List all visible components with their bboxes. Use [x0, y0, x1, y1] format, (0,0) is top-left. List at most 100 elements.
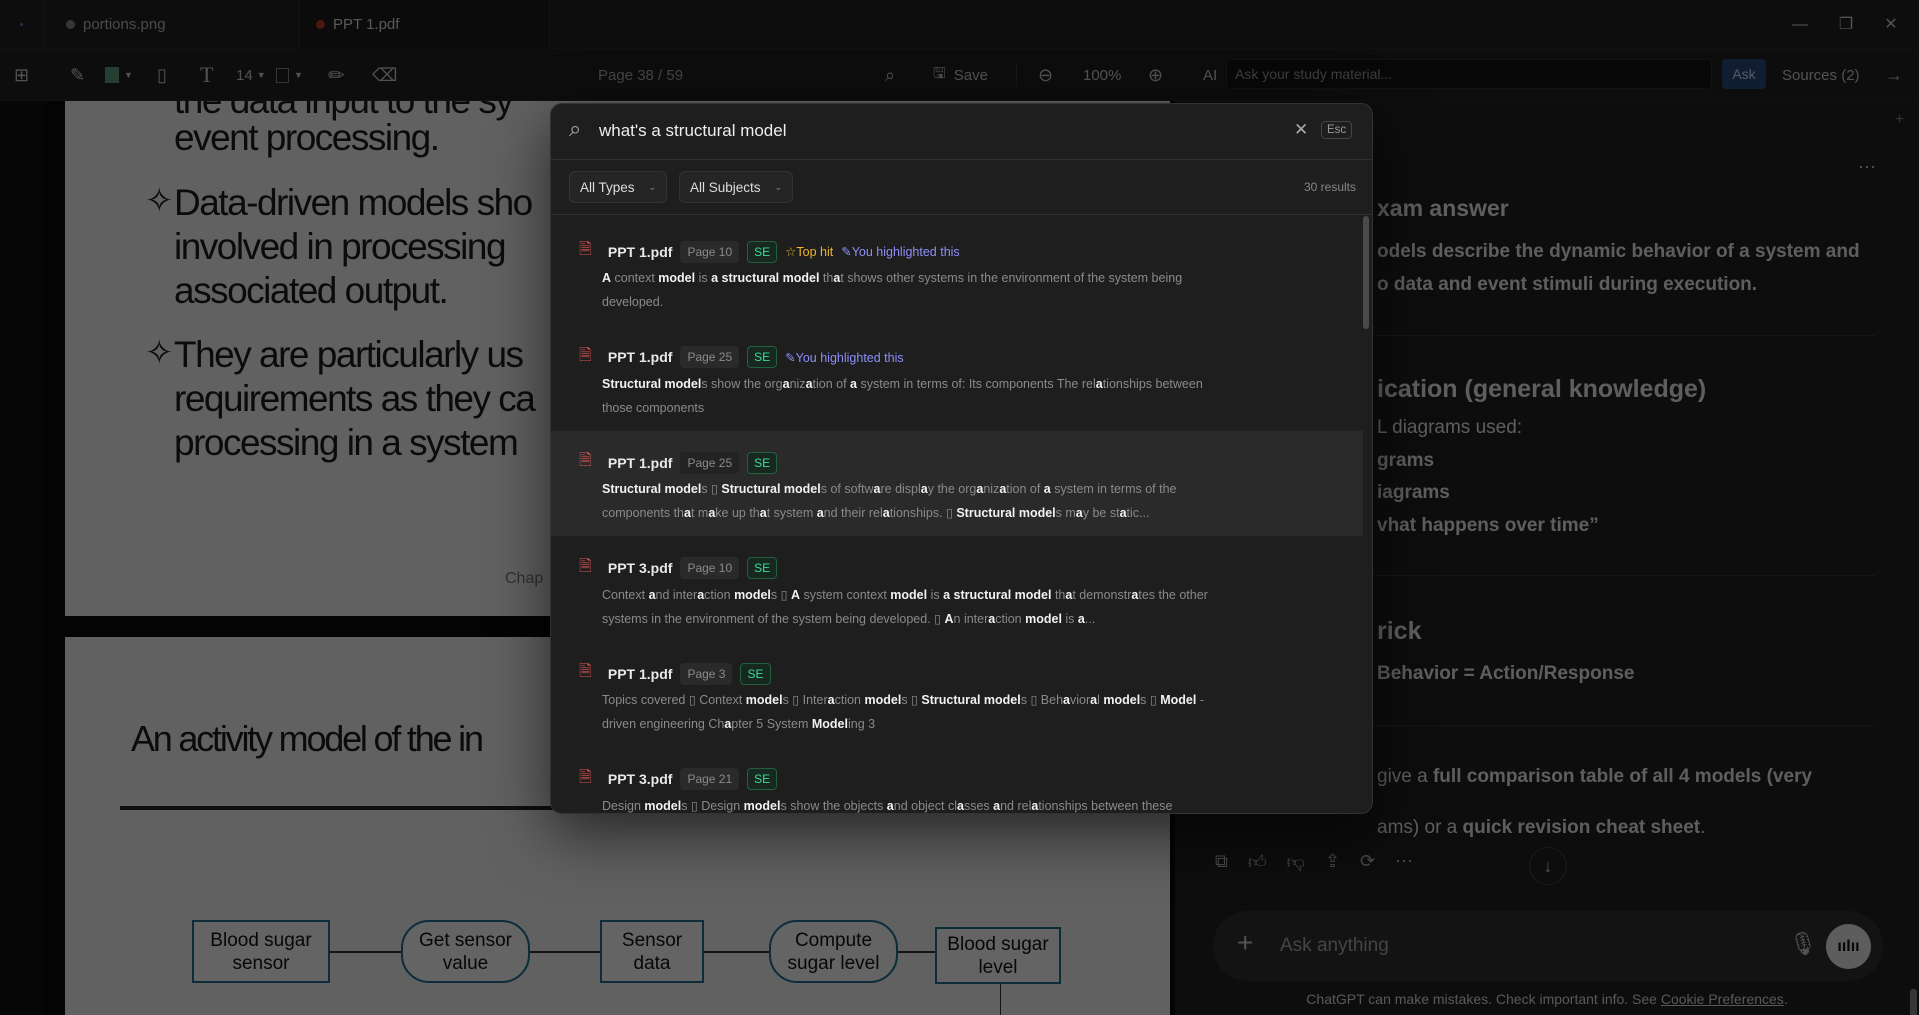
- result-snippet: Topics covered ▯ Context models ▯ Intera…: [602, 693, 1204, 731]
- results-list: 🗎 PPT 1.pdf Page 10 SE ☆Top hit ✎You highligh…: [551, 215, 1372, 814]
- esc-button[interactable]: Esc: [1321, 121, 1353, 139]
- zoom-out-icon[interactable]: ⊖: [1038, 49, 1053, 101]
- search-input[interactable]: what's a structural model: [599, 121, 787, 141]
- color-picker[interactable]: ▼: [105, 49, 133, 101]
- search-icon[interactable]: ⌕: [885, 49, 895, 101]
- diagram-activity: Get sensor value: [401, 920, 530, 983]
- divider: [1016, 63, 1017, 87]
- result-header: 🗎 PPT 1.pdf Page 3 SE: [579, 660, 771, 687]
- close-window-button[interactable]: ✕: [1877, 12, 1905, 38]
- subject-filter-dropdown[interactable]: All Subjects ⌄: [679, 171, 794, 203]
- eraser-icon[interactable]: ⌫: [372, 49, 397, 101]
- pdf-file-icon: 🗎: [579, 663, 592, 680]
- tab-menu[interactable]: [0, 0, 44, 49]
- subject-badge: SE: [747, 768, 778, 790]
- result-count: 30 results: [1303, 180, 1356, 194]
- subject-badge: SE: [747, 557, 778, 579]
- diagram-box: Sensor data: [600, 920, 704, 983]
- answer-text: odels describe the dynamic behavior of a…: [1377, 241, 1860, 262]
- regenerate-icon[interactable]: ⟳: [1360, 851, 1375, 873]
- diagram-box: Blood sugar level: [935, 927, 1061, 984]
- thumbs-down-icon[interactable]: 👎︎: [1287, 851, 1305, 873]
- zoom-in-icon[interactable]: ⊕: [1148, 49, 1163, 101]
- more-options-icon[interactable]: ⋯: [1858, 157, 1877, 178]
- pencil-icon[interactable]: ✏: [328, 49, 345, 101]
- more-icon[interactable]: ⋯: [1395, 851, 1413, 873]
- answer-text: grams: [1377, 450, 1435, 471]
- slide-text-line: associated output.: [174, 270, 449, 311]
- search-modal: ⌕ what's a structural model ✕ Esc All Ty…: [550, 103, 1373, 814]
- note-icon[interactable]: ▯: [157, 49, 167, 101]
- shape-select[interactable]: ▼: [276, 49, 303, 101]
- slide-text-line: event processing.: [174, 117, 440, 158]
- tab-portions[interactable]: portions.png: [44, 0, 300, 49]
- chat-input[interactable]: + Ask anything 🎙︎ ıılıı: [1213, 911, 1883, 981]
- slide-text-line: They are particularly us: [174, 334, 524, 375]
- new-chat-icon[interactable]: +: [1895, 111, 1904, 129]
- answer-heading: xam answer: [1377, 195, 1509, 221]
- maximize-button[interactable]: ❐: [1832, 12, 1860, 38]
- answer-text: ams) or a quick revision cheat sheet.: [1377, 817, 1706, 838]
- collapse-arrow-icon[interactable]: →: [1885, 49, 1903, 101]
- highlighted-badge: ✎You highlighted this: [841, 245, 960, 259]
- subject-badge: SE: [747, 240, 778, 263]
- search-result[interactable]: 🗎 PPT 1.pdf Page 10 SE ☆Top hit ✎You highligh…: [551, 220, 1363, 325]
- copy-icon[interactable]: ⧉: [1215, 851, 1228, 873]
- slide-title: An activity model of the in: [131, 718, 484, 759]
- answer-text: give a full comparison table of all 4 mo…: [1377, 766, 1813, 787]
- text-tool-icon[interactable]: T: [200, 49, 213, 101]
- cookie-preferences-link[interactable]: Cookie Preferences: [1661, 991, 1784, 1007]
- answer-text: iagrams: [1377, 482, 1450, 503]
- clear-search-icon[interactable]: ✕: [1294, 120, 1308, 140]
- share-icon[interactable]: ⇪: [1325, 851, 1340, 873]
- tab-label: PPT 1.pdf: [333, 16, 400, 33]
- message-actions: ⧉ 👍︎ 👎︎ ⇪ ⟳ ⋯: [1215, 851, 1413, 873]
- search-result[interactable]: 🗎 PPT 1.pdf Page 25 SE ✎You highlighted this…: [551, 326, 1363, 431]
- page-badge: Page 25: [680, 451, 740, 474]
- plus-icon[interactable]: +: [1237, 927, 1253, 959]
- highlighter-icon[interactable]: ✎: [70, 49, 85, 101]
- left-sidebar: [0, 101, 45, 1015]
- diagram-line: [1000, 984, 1001, 1015]
- page-badge: Page 21: [680, 768, 740, 790]
- page-indicator: Page 38 / 59: [598, 66, 684, 84]
- font-size-select[interactable]: 14 ▼: [236, 49, 266, 101]
- tab-ppt1[interactable]: PPT 1.pdf: [300, 0, 550, 49]
- microphone-icon[interactable]: 🎙︎: [1789, 931, 1817, 957]
- result-filename: PPT 1.pdf: [607, 454, 673, 471]
- search-result[interactable]: 🗎 PPT 1.pdf Page 3 SE Topics covered ▯ Conte…: [551, 642, 1363, 747]
- sources-button[interactable]: Sources (2): [1782, 49, 1860, 101]
- scrollbar[interactable]: [1908, 119, 1918, 1015]
- ask-button[interactable]: Ask: [1722, 59, 1766, 89]
- diagram-arrow: [530, 951, 600, 953]
- scroll-down-button[interactable]: ↓: [1529, 847, 1567, 885]
- minimize-button[interactable]: —: [1786, 12, 1814, 38]
- top-hit-badge: ☆Top hit: [785, 245, 834, 259]
- result-header: 🗎 PPT 3.pdf Page 10 SE: [579, 555, 778, 582]
- diagram-arrow: [898, 951, 935, 953]
- search-result[interactable]: 🗎 PPT 3.pdf Page 21 SE Design models ▯ Desig…: [551, 748, 1363, 814]
- save-button[interactable]: 🖫 Save: [933, 49, 988, 101]
- search-icon: ⌕: [569, 116, 582, 141]
- ai-question-input[interactable]: Ask your study material...: [1226, 59, 1712, 89]
- diagram-box: Blood sugar sensor: [192, 920, 330, 983]
- answer-text: L diagrams used:: [1377, 417, 1523, 438]
- scrollbar-thumb[interactable]: [1910, 989, 1917, 1015]
- slide-text-line: involved in processing: [174, 226, 507, 267]
- answer-text: o data and event stimuli during executio…: [1377, 274, 1758, 295]
- results-scrollbar[interactable]: [1363, 216, 1369, 329]
- color-swatch: [105, 67, 119, 83]
- search-bar: ⌕ what's a structural model ✕ Esc: [551, 104, 1372, 160]
- result-filename: PPT 1.pdf: [607, 349, 673, 365]
- type-filter-dropdown[interactable]: All Types ⌄: [569, 171, 668, 203]
- pdf-file-icon: 🗎: [579, 557, 592, 575]
- voice-mode-button[interactable]: ıılıı: [1826, 924, 1871, 969]
- toolbar: ⊞ ✎ ▼ ▯ T 14 ▼ ▼ ✏ ⌫ Page 38 / 59 ⌕ 🖫 Save…: [0, 49, 1919, 101]
- result-snippet: Structural models ▯ Structural models of…: [602, 482, 1177, 520]
- search-result[interactable]: 🗎 PPT 1.pdf Page 25 SE Structural models ▯ S…: [551, 431, 1363, 536]
- slide-text-line: Data-driven models sho: [174, 182, 533, 223]
- thumbs-up-icon[interactable]: 👍︎: [1248, 851, 1267, 873]
- tab-status-dot: [316, 20, 325, 29]
- search-result[interactable]: 🗎 PPT 3.pdf Page 10 SE Context and interacti…: [551, 537, 1363, 642]
- grid-icon[interactable]: ⊞: [14, 49, 29, 101]
